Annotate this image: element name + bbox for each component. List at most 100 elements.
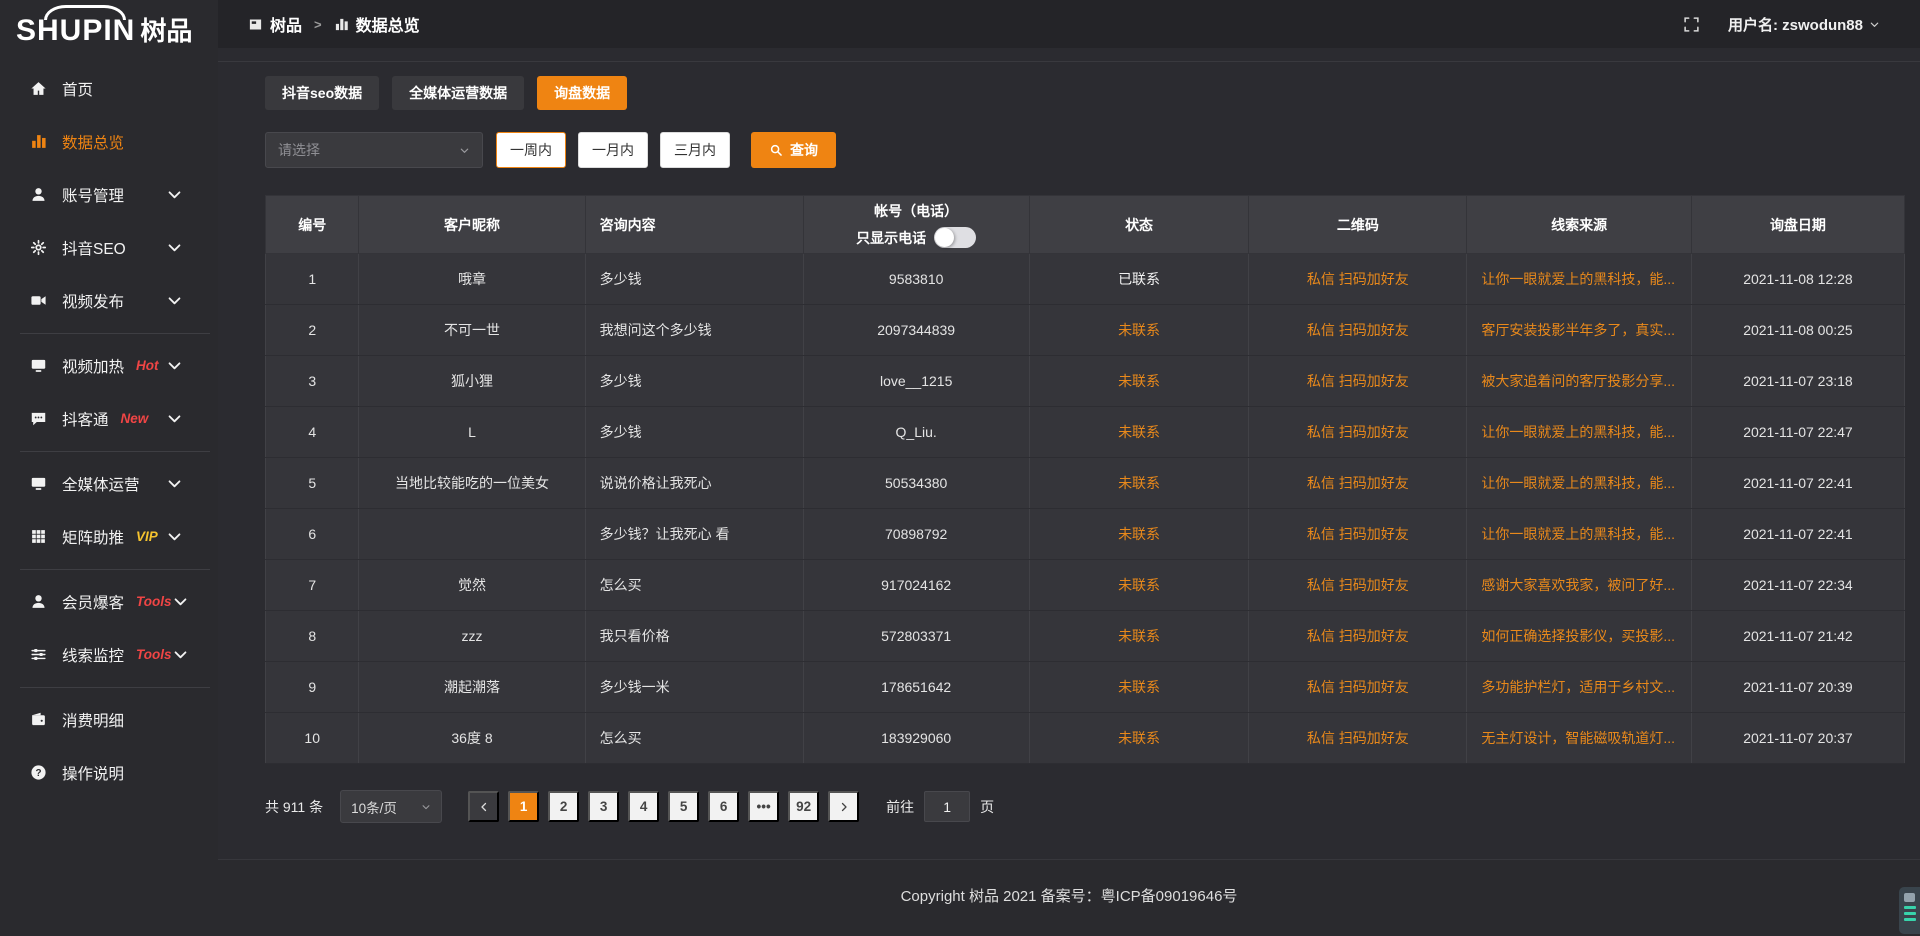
goto-page-input[interactable] [924, 791, 970, 822]
main-area: 树品 > 数据总览 用户名: zswodun88 抖音seo数据全媒体运营数据询… [218, 0, 1920, 936]
sidebar-item-doukertong[interactable]: 抖客通 New [0, 392, 218, 445]
pagination: 共 911 条 10条/页 123456•••92 前往 页 [265, 790, 1905, 823]
cell-content: 说说价格让我死心 [585, 458, 803, 509]
page-button-2[interactable]: 2 [548, 791, 579, 822]
breadcrumb-current[interactable]: 数据总览 [334, 12, 420, 36]
cell-qr[interactable]: 私信 扫码加好友 [1249, 662, 1467, 713]
sidebar-item-consumption-detail[interactable]: 消费明细 [0, 693, 218, 746]
cell-source[interactable]: 让你一眼就爱上的黑科技，能... [1467, 254, 1692, 305]
cell-qr[interactable]: 私信 扫码加好友 [1249, 254, 1467, 305]
sidebar-item-label: 会员爆客 [62, 591, 124, 613]
search-icon [769, 143, 783, 157]
cell-qr[interactable]: 私信 扫码加好友 [1249, 560, 1467, 611]
sidebar-item-clue-monitor[interactable]: 线索监控Tools [0, 628, 218, 681]
range-button-one-month[interactable]: 一月内 [578, 132, 648, 168]
table-body: 1哦章多少钱9583810已联系私信 扫码加好友让你一眼就爱上的黑科技，能...… [266, 254, 1905, 764]
table-row: 2不可一世我想问这个多少钱2097344839未联系私信 扫码加好友客厅安装投影… [266, 305, 1905, 356]
cell-nickname [359, 509, 585, 560]
user-icon [30, 186, 47, 203]
sidebar-item-home[interactable]: 首页 [0, 62, 218, 115]
cell-source[interactable]: 无主灯设计，智能磁吸轨道灯... [1467, 713, 1692, 764]
filter-select[interactable]: 请选择 [265, 132, 483, 168]
cell-source[interactable]: 如何正确选择投影仪，买投影... [1467, 611, 1692, 662]
sidebar-item-omnimedia-operation[interactable]: 全媒体运营 [0, 457, 218, 510]
cell-source[interactable]: 让你一眼就爱上的黑科技，能... [1467, 509, 1692, 560]
cell-qr[interactable]: 私信 扫码加好友 [1249, 509, 1467, 560]
floating-widget[interactable] [1899, 887, 1920, 934]
user-menu-chevron-down-icon[interactable] [1869, 19, 1880, 30]
table-row: 3狐小狸多少钱love__1215未联系私信 扫码加好友被大家追着问的客厅投影分… [266, 356, 1905, 407]
sidebar-item-label: 视频发布 [62, 290, 124, 312]
chevron-down-icon [166, 475, 183, 492]
cell-qr[interactable]: 私信 扫码加好友 [1249, 713, 1467, 764]
page-button-1[interactable]: 1 [508, 791, 539, 822]
cell-status: 未联系 [1029, 458, 1249, 509]
cell-content: 怎么买 [585, 713, 803, 764]
cell-status: 未联系 [1029, 356, 1249, 407]
cell-content: 我想问这个多少钱 [585, 305, 803, 356]
page-button-5[interactable]: 5 [668, 791, 699, 822]
sidebar-item-data-overview[interactable]: 数据总览 [0, 115, 218, 168]
page-button-4[interactable]: 4 [628, 791, 659, 822]
bar-chart-icon [334, 17, 349, 32]
tab-douyin-seo-data[interactable]: 抖音seo数据 [265, 76, 379, 110]
cell-source[interactable]: 让你一眼就爱上的黑科技，能... [1467, 407, 1692, 458]
video-icon [30, 292, 47, 309]
cell-source[interactable]: 客厅安装投影半年多了，真实... [1467, 305, 1692, 356]
sidebar-item-douyin-seo[interactable]: 抖音SEO [0, 221, 218, 274]
sidebar-item-badge: New [121, 411, 149, 426]
sidebar-item-label: 抖客通 [62, 408, 109, 430]
page-size-select[interactable]: 10条/页 [340, 790, 442, 823]
logo[interactable]: SHUPIN 树品 [0, 0, 218, 56]
sidebar-item-video-heat[interactable]: 视频加热 Hot [0, 339, 218, 392]
page-size-value: 10条/页 [351, 797, 397, 817]
cell-qr[interactable]: 私信 扫码加好友 [1249, 305, 1467, 356]
column-header-source: 线索来源 [1467, 196, 1692, 254]
column-header-no: 编号 [266, 196, 359, 254]
next-page-button[interactable] [828, 791, 859, 822]
cell-status: 未联系 [1029, 611, 1249, 662]
cell-no: 10 [266, 713, 359, 764]
prev-page-button[interactable] [468, 791, 499, 822]
cell-status: 未联系 [1029, 560, 1249, 611]
phone-only-toggle[interactable] [934, 227, 976, 248]
breadcrumb-current-label: 数据总览 [356, 12, 420, 36]
chevron-down-icon [166, 357, 183, 374]
cell-source[interactable]: 多功能护栏灯，适用于乡村文... [1467, 662, 1692, 713]
breadcrumb-home[interactable]: 树品 [248, 12, 302, 36]
sidebar-item-label: 视频加热 [62, 355, 124, 377]
chevron-down-icon [166, 292, 183, 309]
sidebar-item-video-publish[interactable]: 视频发布 [0, 274, 218, 327]
sidebar-nav: 首页数据总览账号管理抖音SEO 视频发布视频加热 Hot 抖客通 New 全媒体运营矩阵助… [0, 56, 218, 799]
page-button-3[interactable]: 3 [588, 791, 619, 822]
sidebar-item-matrix-boost[interactable]: 矩阵助推VIP [0, 510, 218, 563]
cell-date: 2021-11-07 21:42 [1691, 611, 1904, 662]
page-ellipsis-button[interactable]: ••• [748, 791, 779, 822]
cell-source[interactable]: 感谢大家喜欢我家，被问了好... [1467, 560, 1692, 611]
cell-qr[interactable]: 私信 扫码加好友 [1249, 458, 1467, 509]
sidebar-item-member-baoke[interactable]: 会员爆客Tools [0, 575, 218, 628]
tab-omnimedia-data[interactable]: 全媒体运营数据 [392, 76, 524, 110]
gear-icon [30, 239, 47, 256]
filter-bar: 请选择 一周内一月内三月内 查询 [265, 132, 1905, 168]
search-button[interactable]: 查询 [751, 132, 836, 168]
range-button-three-months[interactable]: 三月内 [660, 132, 730, 168]
fullscreen-icon[interactable] [1683, 16, 1700, 33]
tab-inquiry-data[interactable]: 询盘数据 [537, 76, 627, 110]
cell-qr[interactable]: 私信 扫码加好友 [1249, 611, 1467, 662]
sidebar-item-account-management[interactable]: 账号管理 [0, 168, 218, 221]
content: 抖音seo数据全媒体运营数据询盘数据 请选择 一周内一月内三月内 查询 编号客户… [218, 62, 1920, 936]
username[interactable]: 用户名: zswodun88 [1728, 14, 1863, 35]
page-button-6[interactable]: 6 [708, 791, 739, 822]
cell-account: 9583810 [803, 254, 1029, 305]
goto-page: 前往 页 [886, 791, 994, 822]
cell-qr[interactable]: 私信 扫码加好友 [1249, 407, 1467, 458]
sidebar-item-operation-guide[interactable]: ?操作说明 [0, 746, 218, 799]
floating-widget-line [1904, 912, 1916, 915]
range-button-one-week[interactable]: 一周内 [496, 132, 566, 168]
cell-source[interactable]: 让你一眼就爱上的黑科技，能... [1467, 458, 1692, 509]
page-button-92[interactable]: 92 [788, 791, 819, 822]
cell-qr[interactable]: 私信 扫码加好友 [1249, 356, 1467, 407]
sidebar-item-badge: Hot [136, 358, 159, 373]
cell-source[interactable]: 被大家追着问的客厅投影分享... [1467, 356, 1692, 407]
